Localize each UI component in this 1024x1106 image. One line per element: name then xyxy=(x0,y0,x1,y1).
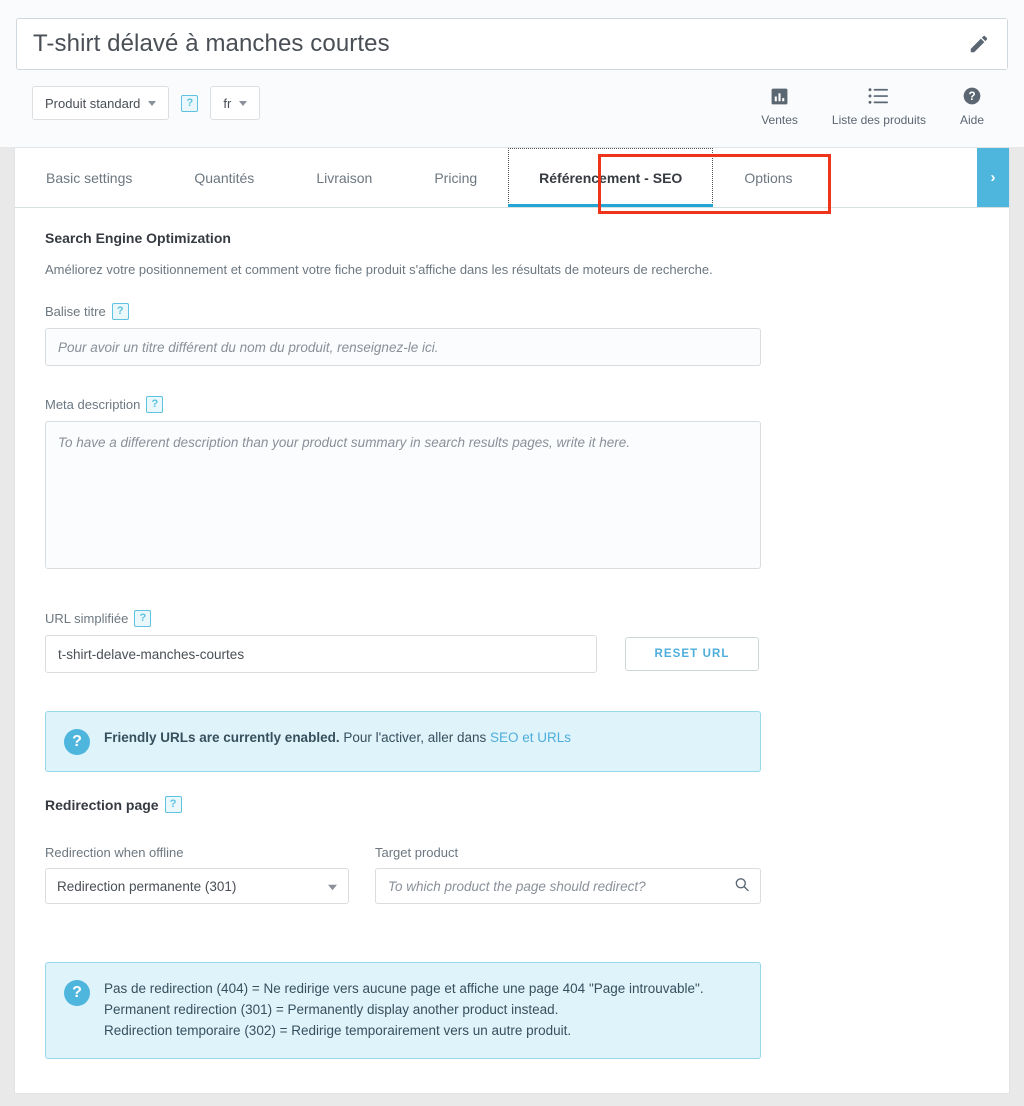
friendly-url-help-icon[interactable]: ? xyxy=(134,610,151,627)
question-circle-icon: ? xyxy=(962,86,982,106)
seo-form: Search Engine Optimization Améliorez vot… xyxy=(15,208,1009,1093)
product-type-label: Produit standard xyxy=(45,96,140,111)
friendly-url-alert-group: ? Friendly URLs are currently enabled. P… xyxy=(45,711,1009,772)
tab-pricing[interactable]: Pricing xyxy=(403,148,508,207)
meta-title-label: Balise titre xyxy=(45,304,106,319)
question-circle-icon: ? xyxy=(64,980,90,1006)
target-product-search-box[interactable] xyxy=(375,868,761,904)
meta-description-label: Meta description xyxy=(45,397,140,412)
seo-section-title: Search Engine Optimization xyxy=(45,230,1009,246)
header-inner: T-shirt délavé à manches courtes Produit… xyxy=(0,0,1024,147)
subheader-left: Produit standard ? fr xyxy=(32,86,260,120)
toolbar-item-product-list[interactable]: Liste des produits xyxy=(832,86,926,127)
redirection-title: Redirection page xyxy=(45,797,159,813)
redirection-help-icon[interactable]: ? xyxy=(165,796,182,813)
chevron-right-icon: › xyxy=(991,169,996,186)
product-title-bar: T-shirt délavé à manches courtes xyxy=(16,18,1008,70)
page-header: T-shirt délavé à manches courtes Produit… xyxy=(0,0,1024,147)
pencil-icon xyxy=(968,33,990,55)
tab-seo[interactable]: Référencement - SEO xyxy=(508,148,713,207)
tab-shipping[interactable]: Livraison xyxy=(285,148,403,207)
target-product-label: Target product xyxy=(375,845,458,860)
page-title: T-shirt délavé à manches courtes xyxy=(17,19,950,69)
redirection-help-line-2: Permanent redirection (301) = Permanentl… xyxy=(104,1000,704,1021)
meta-description-group: Meta description ? xyxy=(45,396,1009,572)
reset-url-button[interactable]: RESET URL xyxy=(625,637,759,671)
friendly-url-alert-bold: Friendly URLs are currently enabled. xyxy=(104,730,340,745)
toolbar-item-help[interactable]: ? Aide xyxy=(960,86,984,127)
target-product-label-row: Target product xyxy=(375,845,761,860)
seo-and-urls-link[interactable]: SEO et URLs xyxy=(490,730,571,745)
redirection-offline-col: Redirection when offline Redirection per… xyxy=(45,845,349,904)
meta-description-help-icon[interactable]: ? xyxy=(146,396,163,413)
header-toolbar: Ventes Liste des produits xyxy=(761,86,992,127)
redirection-offline-select-box[interactable]: Redirection permanente (301) xyxy=(45,868,349,904)
product-panel: Basic settings Quantités Livraison Prici… xyxy=(14,147,1010,1094)
friendly-url-alert-text: Friendly URLs are currently enabled. Pou… xyxy=(104,728,571,749)
toolbar-label-sales: Ventes xyxy=(761,113,798,127)
tab-bar: Basic settings Quantités Livraison Prici… xyxy=(15,148,1009,208)
toolbar-label-help: Aide xyxy=(960,113,984,127)
target-product-col: Target product xyxy=(375,845,761,904)
subheader: Produit standard ? fr xyxy=(16,70,1008,147)
redirection-offline-label-row: Redirection when offline xyxy=(45,845,349,860)
bar-chart-icon xyxy=(770,86,789,106)
toolbar-label-product-list: Liste des produits xyxy=(832,113,926,127)
redirection-offline-select[interactable]: Redirection permanente (301) xyxy=(45,868,349,904)
redirection-offline-label: Redirection when offline xyxy=(45,845,184,860)
svg-text:?: ? xyxy=(968,90,975,103)
meta-description-label-row: Meta description ? xyxy=(45,396,1009,413)
target-product-input[interactable] xyxy=(375,868,761,904)
redirection-help-line-1: Pas de redirection (404) = Ne redirige v… xyxy=(104,979,704,1000)
meta-description-textarea[interactable] xyxy=(45,421,761,569)
tab-quantities[interactable]: Quantités xyxy=(163,148,285,207)
language-label: fr xyxy=(223,96,231,111)
redirection-row: Redirection when offline Redirection per… xyxy=(45,845,1009,904)
meta-title-group: Balise titre ? xyxy=(45,303,1009,366)
edit-title-button[interactable] xyxy=(950,19,1007,69)
meta-title-input[interactable] xyxy=(45,328,761,366)
friendly-url-label: URL simplifiée xyxy=(45,611,128,626)
panel-wrap: Basic settings Quantités Livraison Prici… xyxy=(0,147,1024,1094)
redirection-help-alert: ? Pas de redirection (404) = Ne redirige… xyxy=(45,962,761,1059)
toolbar-item-sales[interactable]: Ventes xyxy=(761,86,798,127)
redirection-help-group: ? Pas de redirection (404) = Ne redirige… xyxy=(45,962,1009,1059)
redirection-group: Redirection page ? Redirection when offl… xyxy=(45,796,1009,904)
product-type-help-icon[interactable]: ? xyxy=(181,95,198,112)
tab-options[interactable]: Options xyxy=(713,148,823,207)
friendly-url-row: RESET URL xyxy=(45,635,1009,673)
meta-title-label-row: Balise titre ? xyxy=(45,303,1009,320)
redirection-help-text: Pas de redirection (404) = Ne redirige v… xyxy=(104,979,704,1042)
friendly-url-alert-rest: Pour l'activer, aller dans xyxy=(340,730,490,745)
meta-title-help-icon[interactable]: ? xyxy=(112,303,129,320)
friendly-url-input[interactable] xyxy=(45,635,597,673)
list-icon xyxy=(868,86,890,106)
language-select[interactable]: fr xyxy=(210,86,260,120)
redirection-help-line-3: Redirection temporaire (302) = Redirige … xyxy=(104,1021,704,1042)
question-circle-icon: ? xyxy=(64,729,90,755)
chevron-down-icon xyxy=(239,101,247,106)
friendly-url-alert: ? Friendly URLs are currently enabled. P… xyxy=(45,711,761,772)
redirection-title-row: Redirection page ? xyxy=(45,796,1009,813)
tabs-next-button[interactable]: › xyxy=(977,148,1009,207)
friendly-url-label-row: URL simplifiée ? xyxy=(45,610,1009,627)
friendly-url-group: URL simplifiée ? RESET URL xyxy=(45,610,1009,673)
product-type-select[interactable]: Produit standard xyxy=(32,86,169,120)
chevron-down-icon xyxy=(148,101,156,106)
seo-section-description: Améliorez votre positionnement et commen… xyxy=(45,262,1009,277)
tab-basic-settings[interactable]: Basic settings xyxy=(15,148,163,207)
